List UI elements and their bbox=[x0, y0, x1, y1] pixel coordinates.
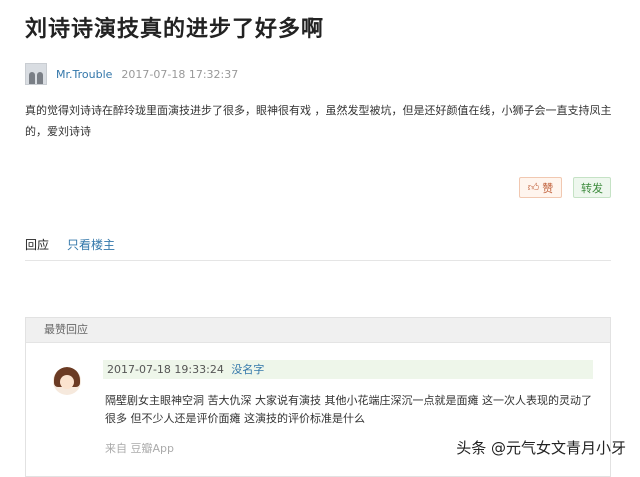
like-button[interactable]: 👍︎ 赞 bbox=[519, 177, 562, 198]
author-name[interactable]: Mr.Trouble bbox=[56, 68, 112, 81]
author-avatar[interactable] bbox=[25, 63, 47, 85]
tab-op-only[interactable]: 只看楼主 bbox=[67, 236, 115, 253]
comment-source: 来自 豆瓣App bbox=[105, 442, 174, 455]
like-label: 赞 bbox=[542, 181, 554, 195]
avatar-face bbox=[60, 375, 74, 389]
post-title: 刘诗诗演技真的进步了好多啊 bbox=[25, 17, 325, 42]
comment-username[interactable]: 没名字 bbox=[231, 363, 264, 376]
comment-text: 隔壁剧女主眼神空洞 苦大仇深 大家说有演技 其他小花端庄深沉一点就是面瘫 这一次… bbox=[105, 394, 592, 425]
comment-meta: 2017-07-18 19:33:24 没名字 bbox=[103, 360, 593, 379]
reply-tabs: 回应 只看楼主 bbox=[25, 236, 115, 253]
commenter-avatar[interactable] bbox=[53, 367, 81, 395]
best-replies-header: 最赞回应 bbox=[26, 318, 610, 343]
post-time: 2017-07-18 17:32:37 bbox=[121, 67, 239, 81]
thumbs-up-icon: 👍︎ bbox=[527, 181, 540, 194]
watermark: 头条 @元气女文青月小牙 bbox=[456, 439, 626, 457]
comment-time: 2017-07-18 19:33:24 bbox=[107, 363, 224, 376]
avatar-figure bbox=[29, 72, 35, 84]
share-button[interactable]: 转发 bbox=[573, 177, 611, 198]
post-body: 真的觉得刘诗诗在醉玲珑里面演技进步了很多，眼神很有戏 ，虽然发型被坑，但是还好颜… bbox=[25, 104, 612, 138]
divider bbox=[25, 260, 611, 261]
tab-reply[interactable]: 回应 bbox=[25, 236, 49, 253]
author-row: Mr.Trouble 2017-07-18 17:32:37 bbox=[25, 63, 238, 85]
avatar-figure bbox=[37, 72, 43, 84]
